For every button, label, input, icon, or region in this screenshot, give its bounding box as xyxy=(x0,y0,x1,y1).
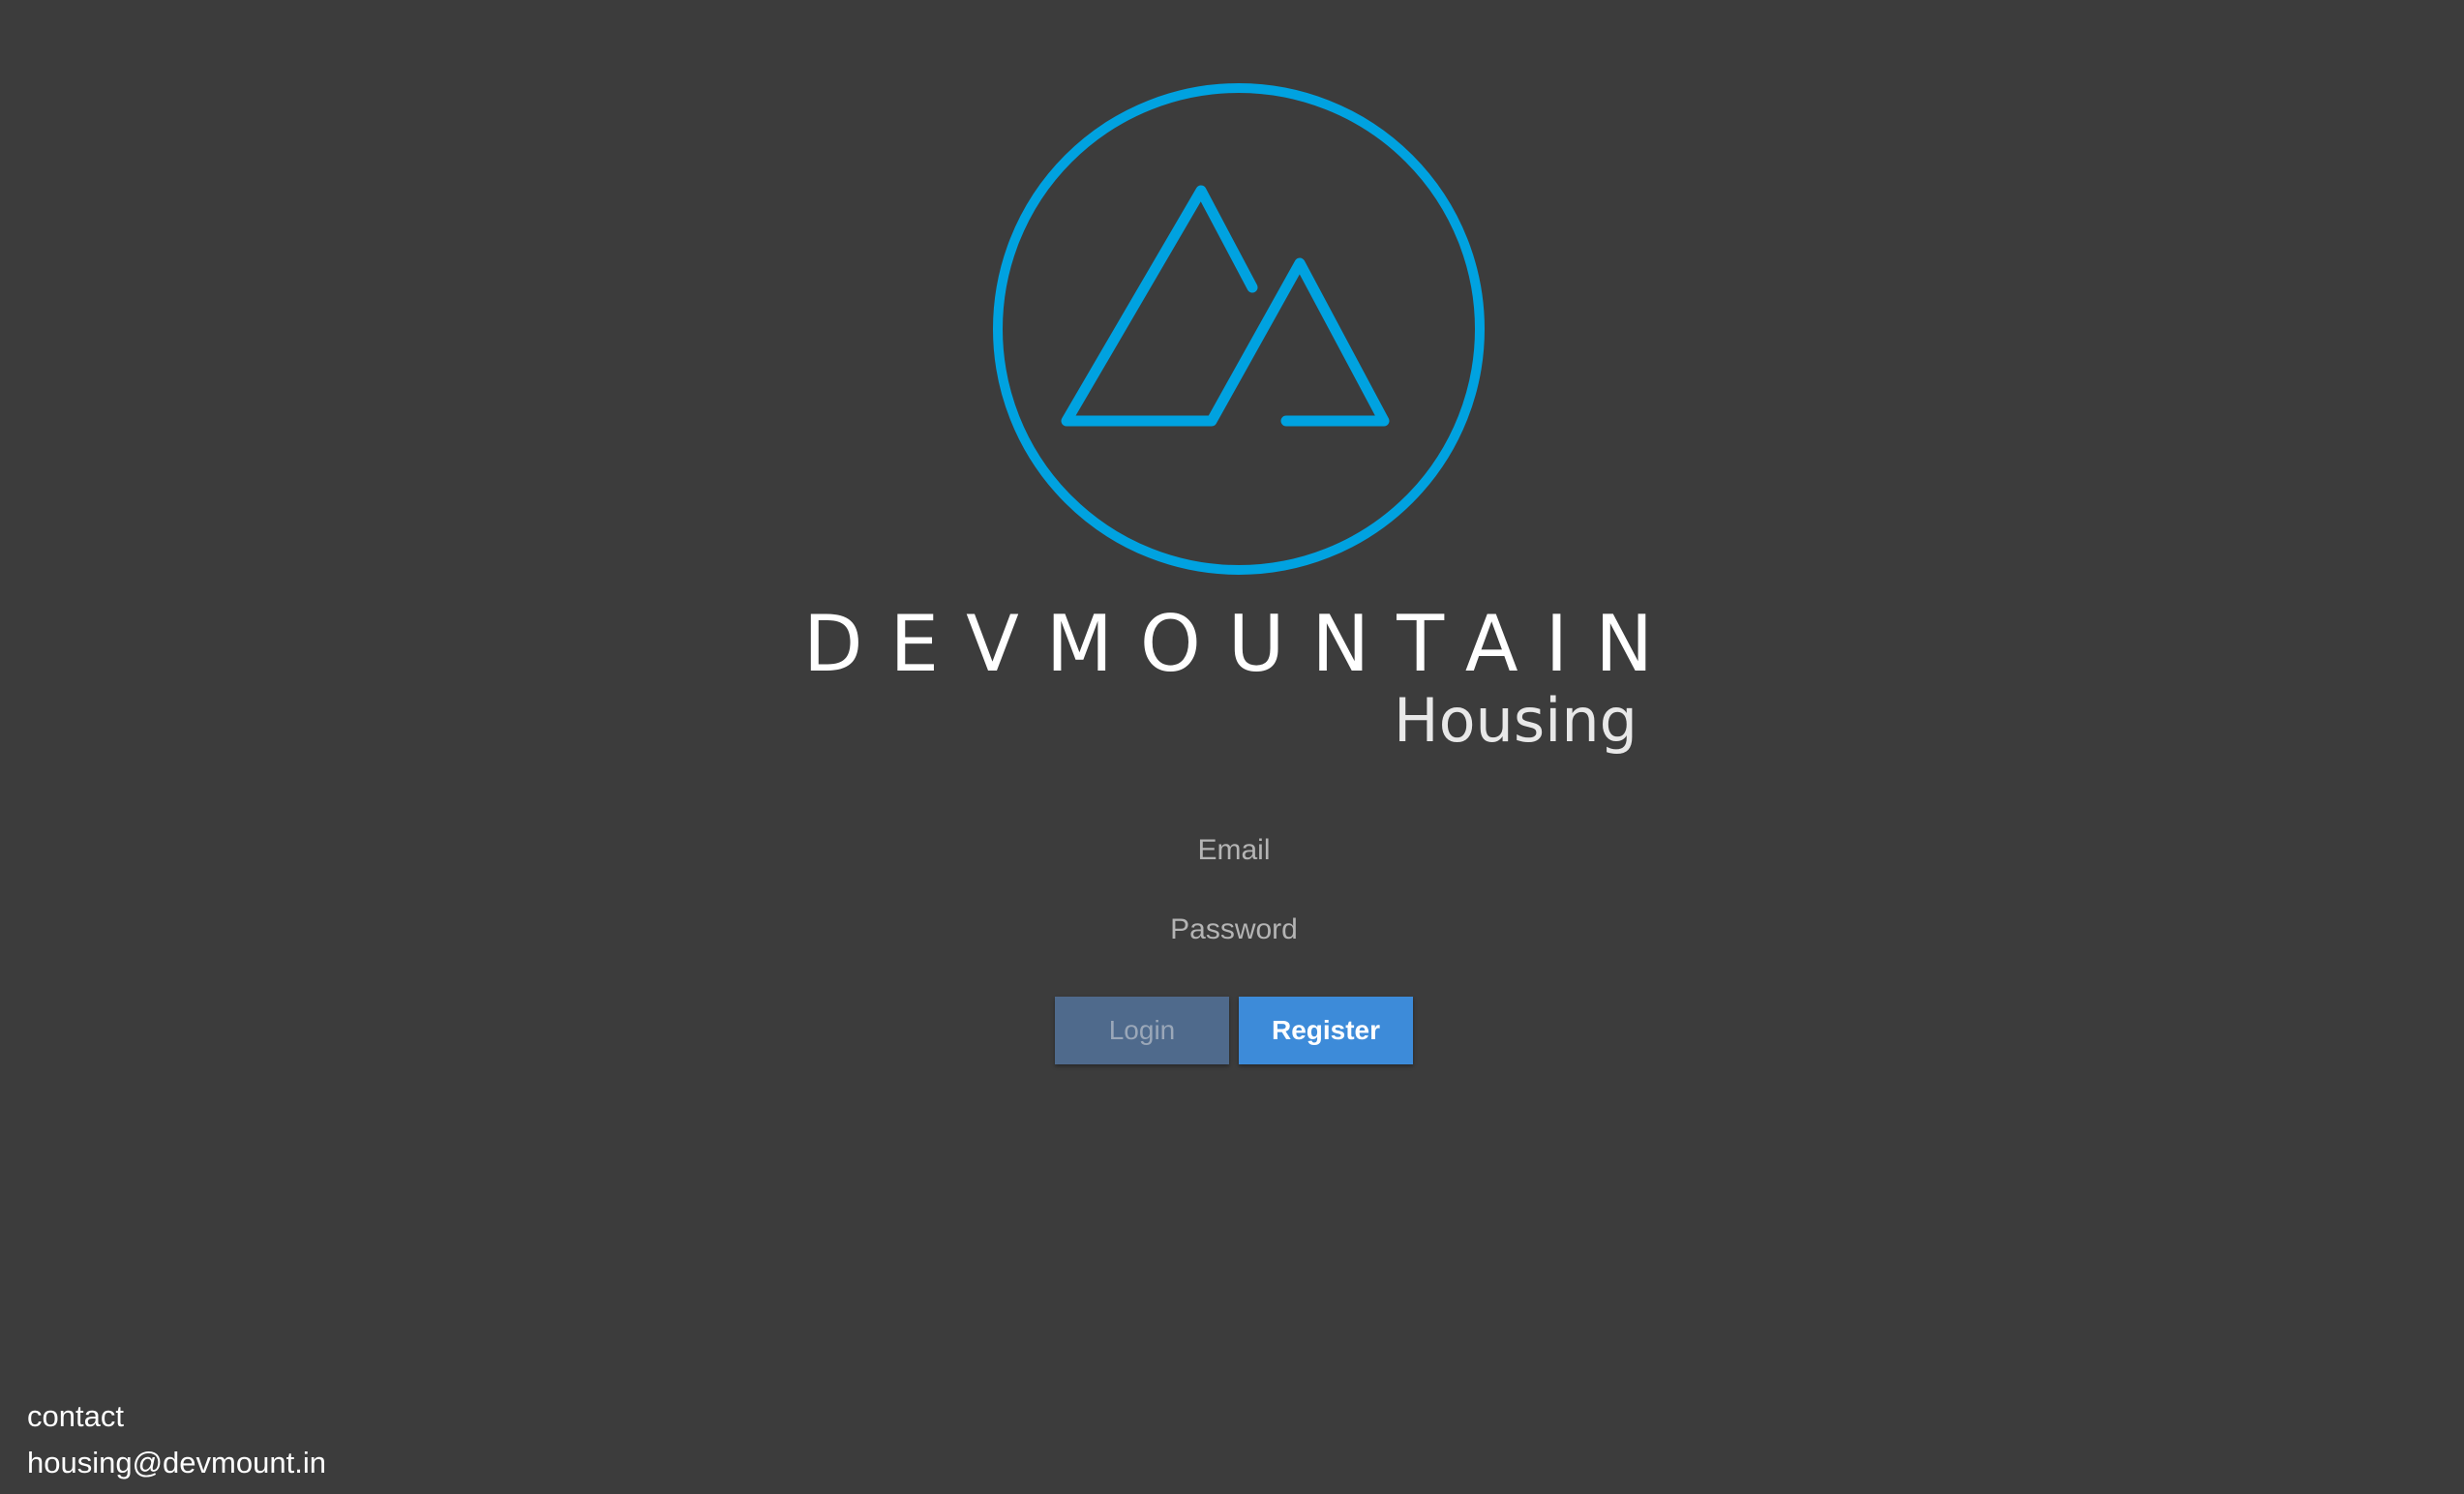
logo xyxy=(987,77,1490,581)
mountain-logo-icon xyxy=(993,83,1485,575)
brand-subtitle: Housing xyxy=(1394,685,1638,756)
brand-name: DEVMOUNTAIN xyxy=(802,599,1681,689)
footer: contact housing@devmount.in xyxy=(27,1393,326,1486)
contact-label: contact xyxy=(27,1399,124,1433)
email-field[interactable] xyxy=(1038,821,1429,881)
login-button[interactable]: Login xyxy=(1055,997,1229,1064)
register-button[interactable]: Register xyxy=(1239,997,1413,1064)
contact-email-link[interactable]: housing@devmount.in xyxy=(27,1446,326,1479)
password-field[interactable] xyxy=(1038,900,1429,960)
login-page: DEVMOUNTAIN Housing Login Register conta… xyxy=(0,0,2464,1494)
